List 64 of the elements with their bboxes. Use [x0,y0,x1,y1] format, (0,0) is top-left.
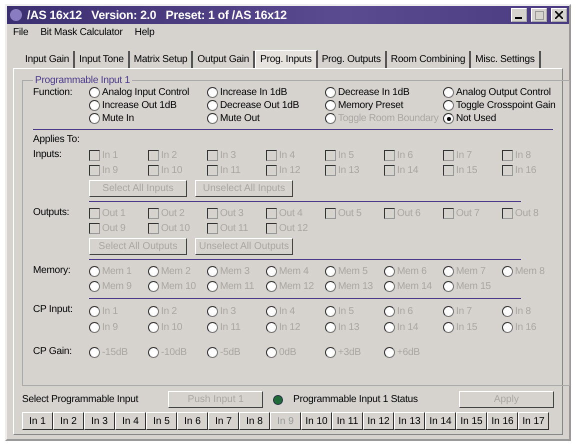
tab[interactable]: Prog. Inputs [255,50,318,69]
radio-option[interactable]: Analog Output Control [443,86,561,99]
tab[interactable]: Misc. Settings [471,51,541,68]
radio-button[interactable] [443,87,454,98]
radio-option[interactable]: Decrease In 1dB [325,86,443,99]
input-select-button[interactable]: In 11 [332,412,363,430]
tab[interactable]: Prog. Outputs [318,51,387,68]
radio-option[interactable]: Increase In 1dB [207,86,325,99]
radio-button[interactable] [207,87,218,98]
radio-option[interactable]: Toggle Crosspoint Gain [443,99,561,112]
radio-button[interactable] [89,100,100,111]
close-icon [555,11,563,19]
input-select-button[interactable]: In 17 [518,412,549,430]
input-select-button[interactable]: In 6 [177,412,208,430]
row-label: CP Input: [33,303,74,317]
radio-button[interactable] [325,87,336,98]
radio-button[interactable] [443,113,454,124]
row-label: CP Gain: [33,345,73,359]
input-select-button[interactable]: In 7 [208,412,239,430]
input-select-button[interactable]: In 13 [394,412,425,430]
row-label: Inputs: [33,148,63,162]
close-button[interactable] [551,8,567,22]
tab[interactable]: Matrix Setup [130,51,194,68]
status-label: Programmable Input 1 Status [293,394,419,405]
input-select-button[interactable]: In 14 [425,412,456,430]
menu-item[interactable]: Bit Mask Calculator [40,27,123,41]
input-select-button[interactable]: In 8 [239,412,270,430]
group-title: Programmable Input 1 [34,75,131,86]
radio-option[interactable]: Memory Preset [325,99,443,112]
row-label: Outputs: [33,206,70,220]
input-select-button[interactable]: In 12 [363,412,394,430]
input-select-button[interactable]: In 2 [53,412,84,430]
radio-button[interactable] [207,100,218,111]
input-select-button[interactable]: In 10 [301,412,332,430]
input-select-button[interactable]: In 15 [456,412,487,430]
row-label: Function: [33,86,74,100]
input-select-button[interactable]: In 16 [487,412,518,430]
row-label: Memory: [33,264,72,278]
app-icon [9,8,23,22]
tab[interactable]: Room Combining [386,51,472,68]
radio-option[interactable]: Decrease Out 1dB [207,99,325,112]
radio-option[interactable]: Increase Out 1dB [89,99,207,112]
menu-item[interactable]: File [13,27,28,41]
maximize-icon [534,10,544,20]
radio-option[interactable]: Mute In [89,112,207,125]
tab[interactable]: Input Tone [75,51,130,68]
radio-option[interactable]: Mute Out [207,112,325,125]
radio-button[interactable] [207,113,218,124]
radio-button[interactable] [89,113,100,124]
radio-button[interactable] [325,100,336,111]
radio-option[interactable]: Not Used [443,112,561,125]
minimize-button[interactable] [511,8,527,22]
input-select-button[interactable]: In 3 [84,412,115,430]
radio-option[interactable]: Analog Input Control [89,86,207,99]
radio-button[interactable] [443,100,454,111]
window-title: /AS 16x12 Version: 2.0 Preset: 1 of /AS 16x12 [27,8,288,22]
menu-item[interactable]: Help [134,27,154,41]
input-select-button[interactable]: In 4 [115,412,146,430]
input-select-button[interactable]: In 1 [22,412,53,430]
input-select-button[interactable]: In 5 [146,412,177,430]
radio-button[interactable] [89,87,100,98]
tab[interactable]: Input Gain [21,51,76,68]
footer-label: Select Programmable Input [22,394,140,405]
section-label: Applies To: [33,134,81,145]
